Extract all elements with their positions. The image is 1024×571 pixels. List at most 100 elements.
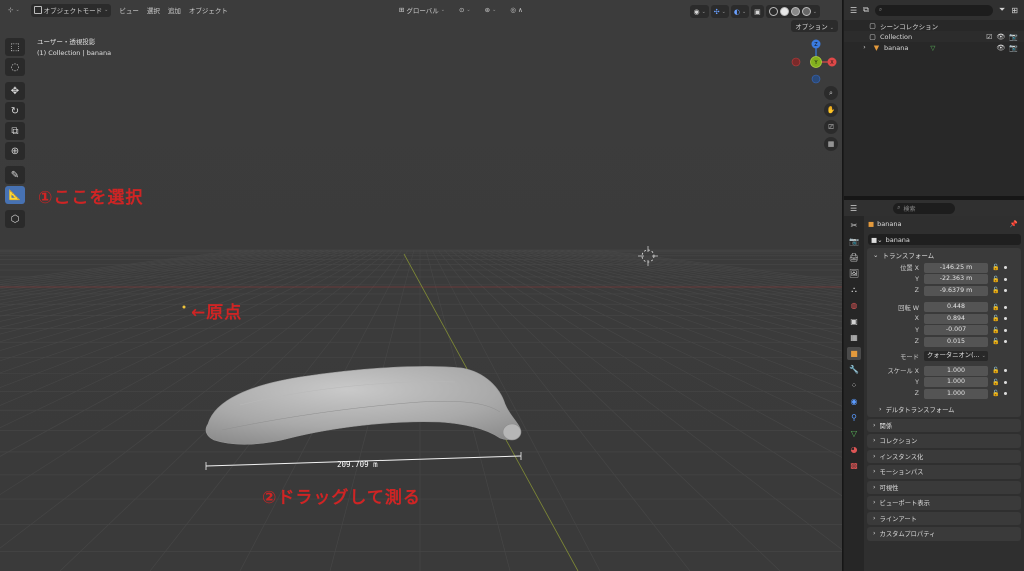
menu-add[interactable]: 追加	[168, 5, 181, 15]
instancing-panel[interactable]: › インスタンス化	[867, 449, 1021, 463]
pin-icon[interactable]: 📌	[1010, 220, 1018, 228]
keyframe-dot-icon[interactable]	[1004, 392, 1007, 396]
scale-x-field[interactable]: 1.000	[924, 365, 988, 376]
mode-dropdown[interactable]: オブジェクトモード ⌄	[30, 3, 112, 17]
world-tab-icon[interactable]: ◍	[847, 299, 861, 312]
filter-icon[interactable]: ⏷	[999, 5, 1005, 15]
shading-modes[interactable]: ⌄	[765, 5, 820, 18]
custom-properties-panel[interactable]: › カスタムプロパティ	[867, 527, 1021, 541]
modifier-tab-icon[interactable]: 🔧	[847, 363, 861, 376]
move-tool[interactable]: ✥	[5, 82, 25, 100]
properties-search-input[interactable]: ⌕ 検索	[893, 202, 956, 214]
rotation-x-field[interactable]: 0.894	[924, 313, 988, 324]
wireframe-shading-icon[interactable]	[768, 7, 778, 16]
object-name-field[interactable]: ■⌄ banana	[868, 234, 1021, 245]
editor-type-button[interactable]: ⊹ ⌄	[5, 4, 23, 17]
location-z-field[interactable]: -9.6379 m	[924, 285, 988, 296]
texture-data-tab-icon[interactable]: ▩	[847, 459, 861, 472]
motion-paths-panel[interactable]: › モーションパス	[867, 465, 1021, 479]
lock-icon[interactable]: 🔓	[992, 367, 1000, 374]
camera-icon[interactable]: 📷	[1009, 33, 1018, 41]
overlay-toggle[interactable]: ◐ ⌄	[730, 5, 750, 18]
pivot-dropdown[interactable]: ⊙ ⌄	[456, 4, 474, 17]
constraints-tab-icon[interactable]: ⚲	[847, 411, 861, 424]
lock-icon[interactable]: 🔓	[992, 327, 1000, 334]
rotation-mode-dropdown[interactable]: クォータニオン(... ⌄	[924, 351, 988, 362]
scale-y-field[interactable]: 1.000	[924, 377, 988, 388]
lock-icon[interactable]: 🔓	[992, 315, 1000, 322]
perspective-toggle-button[interactable]: ▦	[824, 137, 838, 151]
relations-panel[interactable]: › 関係	[867, 418, 1021, 432]
rotation-z-field[interactable]: 0.015	[924, 336, 988, 347]
collections-panel[interactable]: › コレクション	[867, 434, 1021, 448]
keyframe-dot-icon[interactable]	[1004, 328, 1007, 332]
lock-icon[interactable]: 🔓	[992, 276, 1000, 283]
viewport-display-panel[interactable]: › ビューポート表示	[867, 496, 1021, 510]
outliner-search-input[interactable]: ⌕	[874, 4, 993, 16]
visibility-panel[interactable]: › 可視性	[867, 480, 1021, 494]
annotate-tool[interactable]: ✎	[5, 166, 25, 184]
output-tab-icon[interactable]: 🖨	[847, 251, 861, 264]
properties-editor-icon[interactable]: ☰	[850, 204, 857, 213]
display-mode-icon[interactable]: ⧉	[863, 5, 869, 15]
object-tab-icon[interactable]: ■	[847, 347, 861, 360]
keyframe-dot-icon[interactable]	[1004, 369, 1007, 373]
material-tab-icon[interactable]: ◕	[847, 443, 861, 456]
tree-object-banana[interactable]: › ▼ banana ▽ 👁 📷	[844, 42, 1024, 53]
transform-panel-header[interactable]: ⌄ トランスフォーム	[867, 248, 1021, 262]
select-box-tool[interactable]: ⬚	[5, 38, 25, 56]
texture-tab-icon[interactable]: ▦	[847, 331, 861, 344]
render-tab-icon[interactable]: 📷	[847, 235, 861, 248]
physics-tab-icon[interactable]: ◉	[847, 395, 861, 408]
keyframe-dot-icon[interactable]	[1004, 266, 1007, 270]
menu-view[interactable]: ビュー	[119, 5, 139, 15]
view-layer-tab-icon[interactable]: 🖼	[847, 267, 861, 280]
scale-tool[interactable]: ⧉	[5, 122, 25, 140]
lock-icon[interactable]: 🔓	[992, 379, 1000, 386]
pan-button[interactable]: ✋	[824, 103, 838, 117]
zoom-button[interactable]: ⌕	[824, 86, 838, 100]
lock-icon[interactable]: 🔓	[992, 390, 1000, 397]
data-tab-icon[interactable]: ▽	[847, 427, 861, 440]
location-x-field[interactable]: -146.25 m	[924, 262, 988, 273]
particles-tab-icon[interactable]: ⁘	[847, 379, 861, 392]
keyframe-dot-icon[interactable]	[1004, 380, 1007, 384]
delta-transform-subpanel[interactable]: › デルタトランスフォーム	[867, 403, 1021, 417]
lock-icon[interactable]: 🔓	[992, 338, 1000, 345]
checkbox-icon[interactable]: ☑	[986, 33, 992, 41]
menu-select[interactable]: 選択	[147, 5, 160, 15]
options-dropdown[interactable]: オプション ⌄	[791, 20, 838, 32]
eye-icon[interactable]: 👁	[996, 33, 1005, 41]
material-shading-icon[interactable]	[790, 7, 800, 16]
proportional-edit-button[interactable]: ◎ ∧	[507, 4, 525, 17]
transform-orientation-dropdown[interactable]: ⊞ グローバル ⌄	[396, 4, 448, 17]
gizmo-toggle[interactable]: ✣ ⌄	[710, 5, 729, 18]
outliner-editor-icon[interactable]: ☰	[850, 6, 857, 15]
new-collection-icon[interactable]: ⊞	[1011, 6, 1018, 15]
rotation-w-field[interactable]: 0.448	[924, 302, 988, 313]
tree-collection[interactable]: ▢ Collection ☑ 👁 📷	[844, 31, 1024, 42]
transform-tool[interactable]: ⊕	[5, 142, 25, 160]
keyframe-dot-icon[interactable]	[1004, 340, 1007, 344]
menu-object[interactable]: オブジェクト	[189, 5, 228, 15]
keyframe-dot-icon[interactable]	[1004, 305, 1007, 309]
3d-viewport[interactable]: Z X Y ⊹ ⌄ オブジェクトモード ⌄ ビュー 選択 追加 オブジェクト ⊞ グロ…	[0, 0, 843, 571]
keyframe-dot-icon[interactable]	[1004, 317, 1007, 321]
camera-view-button[interactable]: ⎚	[824, 120, 838, 134]
xray-toggle[interactable]: ▣	[751, 5, 764, 18]
visibility-dropdown[interactable]: ◉ ⌄	[690, 5, 709, 18]
collection-tab-icon[interactable]: ▣	[847, 315, 861, 328]
add-cube-tool[interactable]: ⬡	[5, 210, 25, 228]
rendered-shading-icon[interactable]	[801, 7, 811, 16]
tool-tab-icon[interactable]: ✂	[847, 219, 861, 232]
tree-scene-collection[interactable]: ▢ シーンコレクション	[844, 20, 1024, 31]
lock-icon[interactable]: 🔓	[992, 304, 1000, 311]
measure-tool[interactable]: 📐	[5, 186, 25, 204]
rotate-tool[interactable]: ↻	[5, 102, 25, 120]
camera-icon[interactable]: 📷	[1009, 44, 1018, 52]
eye-icon[interactable]: 👁	[996, 44, 1005, 52]
solid-shading-icon[interactable]	[779, 7, 789, 16]
lock-icon[interactable]: 🔓	[992, 264, 1000, 271]
keyframe-dot-icon[interactable]	[1004, 289, 1007, 293]
location-y-field[interactable]: -22.363 m	[924, 274, 988, 285]
